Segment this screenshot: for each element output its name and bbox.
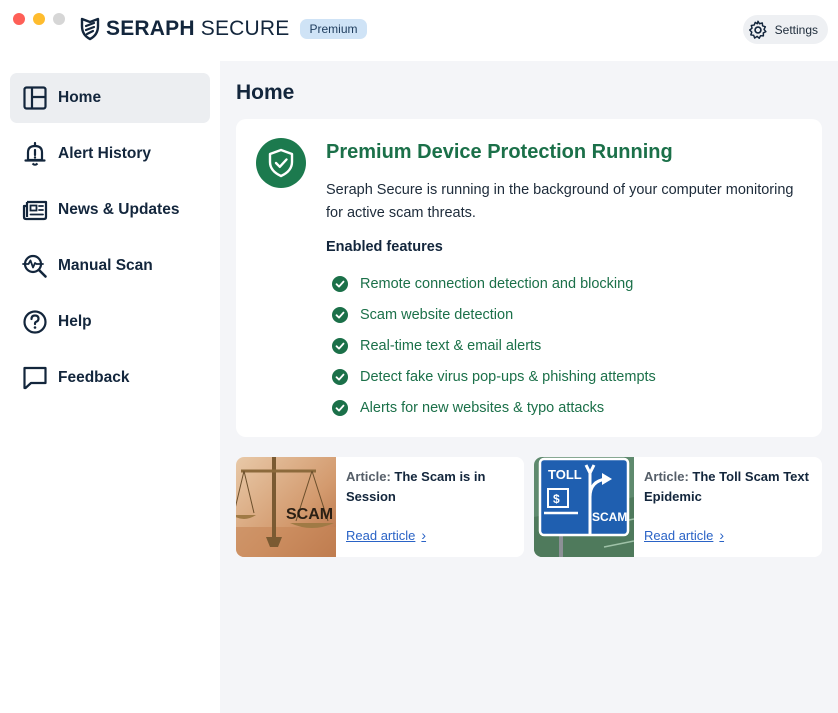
help-circle-icon — [23, 310, 47, 334]
sidebar-item-alert-history[interactable]: Alert History — [10, 129, 210, 179]
status-title: Premium Device Protection Running — [326, 141, 673, 163]
sidebar-item-label: Alert History — [58, 145, 152, 162]
article-heading: Article: The Toll Scam Text Epidemic — [644, 467, 814, 507]
article-prefix: Article: — [346, 469, 391, 484]
sidebar-item-home[interactable]: Home — [10, 73, 210, 123]
sidebar-item-help[interactable]: Help — [10, 297, 210, 347]
settings-label: Settings — [774, 22, 818, 37]
sidebar-item-label: News & Updates — [58, 201, 180, 218]
thumb-scam-text: SCAM — [592, 510, 627, 524]
newspaper-icon — [22, 200, 48, 221]
bell-icon — [24, 141, 46, 166]
page-title: Home — [236, 81, 295, 104]
feature-list: Remote connection detection and blocking… — [332, 268, 656, 423]
scan-magnifier-icon — [22, 254, 47, 278]
close-window-button[interactable] — [13, 13, 25, 25]
feature-item: Alerts for new websites & typo attacks — [332, 392, 656, 423]
protection-status-card: Premium Device Protection Running Seraph… — [236, 119, 822, 437]
scales-of-justice-thumbnail: SCAM — [236, 457, 336, 557]
premium-badge: Premium — [300, 19, 367, 39]
feature-item: Remote connection detection and blocking — [332, 268, 656, 299]
dollar-icon: $ — [553, 492, 560, 506]
check-circle-icon — [332, 337, 348, 354]
thumb-toll-text: TOLL — [548, 467, 582, 482]
brand-name-bold: SERAPH — [106, 17, 195, 40]
article-prefix: Article: — [644, 469, 689, 484]
app-window: SERAPH SECURE Premium Settings Home Aler… — [0, 0, 838, 713]
feature-text: Alerts for new websites & typo attacks — [360, 399, 605, 416]
chevron-right-icon: › — [421, 527, 427, 543]
thumb-scam-text: SCAM — [286, 506, 333, 523]
read-article-link[interactable]: Read article › — [644, 527, 724, 543]
seraph-logo-icon — [80, 17, 100, 41]
read-article-label: Read article — [644, 527, 714, 543]
sidebar-item-label: Manual Scan — [58, 257, 153, 274]
brand-name-light: SECURE — [194, 17, 290, 40]
maximize-window-button[interactable] — [53, 13, 65, 25]
feature-item: Detect fake virus pop-ups & phishing att… — [332, 361, 656, 392]
shield-check-glyph — [268, 148, 294, 178]
read-article-label: Read article — [346, 527, 416, 543]
chevron-right-icon: › — [719, 527, 725, 543]
article-card-scam-session[interactable]: SCAM Article: The Scam is in Session Rea… — [236, 457, 524, 557]
feature-text: Remote connection detection and blocking — [360, 275, 634, 292]
toll-road-sign-thumbnail: TOLL $ SCAM — [534, 457, 634, 557]
check-circle-icon — [332, 306, 348, 323]
main-content: Home Premium Device Protection Running S… — [220, 61, 838, 713]
speech-bubble-icon — [23, 366, 47, 390]
minimize-window-button[interactable] — [33, 13, 45, 25]
brand: SERAPH SECURE Premium — [80, 17, 367, 41]
feature-text: Real-time text & email alerts — [360, 337, 542, 354]
read-article-link[interactable]: Read article › — [346, 527, 426, 543]
shield-check-icon — [256, 138, 306, 188]
layout-icon — [23, 86, 47, 110]
sidebar: Home Alert History News & Updates Manual… — [0, 61, 220, 713]
check-circle-icon — [332, 399, 348, 416]
feature-text: Detect fake virus pop-ups & phishing att… — [360, 368, 656, 385]
gear-icon — [748, 20, 767, 39]
settings-button[interactable]: Settings — [742, 15, 828, 44]
sidebar-item-label: Help — [58, 313, 92, 330]
feature-text: Scam website detection — [360, 306, 514, 323]
article-card-toll-scam[interactable]: TOLL $ SCAM Article: The Toll Scam Text … — [534, 457, 822, 557]
title-bar: SERAPH SECURE Premium Settings — [0, 0, 838, 61]
article-heading: Article: The Scam is in Session — [346, 467, 516, 507]
status-description: Seraph Secure is running in the backgrou… — [326, 182, 794, 221]
window-controls — [13, 13, 65, 25]
brand-name: SERAPH SECURE — [106, 17, 289, 41]
sidebar-item-feedback[interactable]: Feedback — [10, 353, 210, 403]
check-circle-icon — [332, 368, 348, 385]
features-heading: Enabled features — [326, 239, 443, 255]
feature-item: Real-time text & email alerts — [332, 330, 656, 361]
sidebar-item-label: Home — [58, 89, 102, 106]
sidebar-item-label: Feedback — [58, 369, 130, 386]
sidebar-item-news-updates[interactable]: News & Updates — [10, 185, 210, 235]
sidebar-item-manual-scan[interactable]: Manual Scan — [10, 241, 210, 291]
check-circle-icon — [332, 275, 348, 292]
feature-item: Scam website detection — [332, 299, 656, 330]
